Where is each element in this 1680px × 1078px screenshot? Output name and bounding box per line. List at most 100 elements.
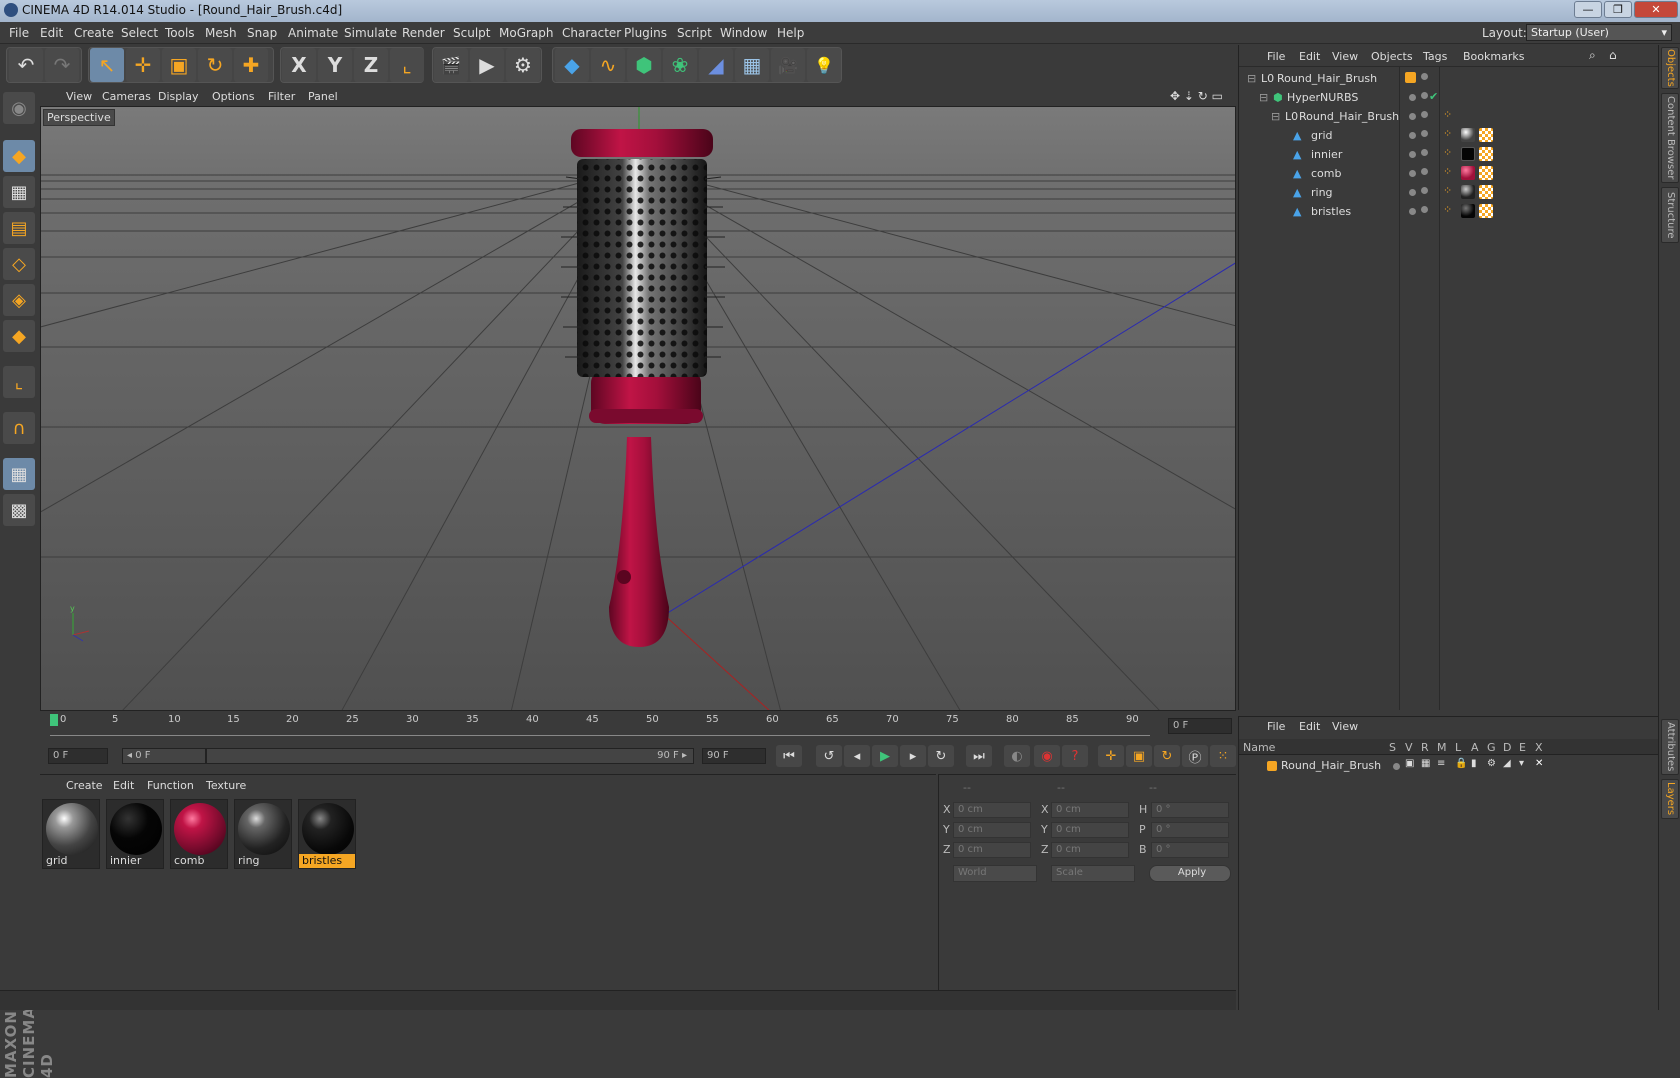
model-mode-icon[interactable]: ◆ [3,140,35,172]
visibility-dot[interactable] [1409,189,1416,196]
render-dot[interactable] [1421,111,1428,118]
light-icon[interactable]: 💡 [807,48,841,82]
key-parameter-icon[interactable]: Ⓟ [1182,745,1208,767]
render-view-icon[interactable]: 🎬 [434,48,468,82]
xref-toggle-icon[interactable]: ✕ [1535,758,1543,769]
uvw-tag-icon[interactable] [1479,147,1493,161]
size-x-field[interactable]: 0 cm [1051,802,1129,818]
uvw-tag-icon[interactable] [1479,204,1493,218]
material-tag-bristles[interactable] [1461,204,1475,218]
camera-icon[interactable]: 🎥 [771,48,805,82]
menu-mesh[interactable]: Mesh [205,26,237,40]
range-start-field[interactable]: ◂ 0 F [122,748,206,764]
previous-key-icon[interactable]: ↺ [816,745,842,767]
max-frame-field[interactable]: 90 F [702,748,766,764]
next-frame-icon[interactable]: ▸ [900,745,926,767]
menu-render[interactable]: Render [402,26,445,40]
edges-mode-icon[interactable]: ◈ [3,284,35,316]
viewport-menu-options[interactable]: Options [212,90,254,103]
uvw-tag-icon[interactable] [1479,185,1493,199]
menu-tools[interactable]: Tools [165,26,195,40]
phong-tag-icon[interactable]: ⁘ [1443,165,1452,178]
material-comb[interactable]: comb [170,799,228,869]
deformer-icon[interactable]: ◢ [699,48,733,82]
object-row[interactable]: ▲ comb ⁘ [1239,164,1659,183]
phong-tag-icon[interactable]: ⁘ [1443,184,1452,197]
menu-select[interactable]: Select [121,26,158,40]
material-tag-comb[interactable] [1461,166,1475,180]
perspective-viewport[interactable]: y Perspective [40,106,1236,711]
phong-tag-icon[interactable]: ⁘ [1443,146,1452,159]
viewport-menu-display[interactable]: Display [158,90,199,103]
menu-mograph[interactable]: MoGraph [499,26,554,40]
object-row[interactable]: ⊟ L0 Round_Hair_Brush ⁘ [1239,107,1659,126]
render-dot[interactable] [1421,206,1428,213]
floor-icon[interactable]: ▦ [735,48,769,82]
timeline[interactable]: 0 5 10 15 20 25 30 35 40 45 50 55 60 65 … [40,712,1236,740]
x-axis-icon[interactable]: X [282,48,316,82]
generator-toggle-icon[interactable]: ⚙ [1487,758,1496,769]
redo-icon[interactable]: ↷ [45,48,79,82]
phong-tag-icon[interactable]: ⁘ [1443,108,1452,121]
planar-workplane-icon[interactable]: ▩ [3,494,35,526]
manager-toggle-icon[interactable]: ≡ [1437,758,1445,769]
object-row[interactable]: ⊟ ⬢ HyperNURBS ✔ [1239,88,1659,107]
menu-snap[interactable]: Snap [247,26,277,40]
minimize-button[interactable]: — [1574,1,1602,18]
record-icon[interactable]: ◐ [1004,745,1030,767]
layer-row[interactable]: Round_Hair_Brush ▣ ▦ ≡ 🔒 ▮ ⚙ ◢ ▾ ✕ [1239,757,1659,776]
material-tag-ring[interactable] [1461,185,1475,199]
material-tag-grid[interactable] [1461,128,1475,142]
obj-menu-tags[interactable]: Tags [1423,50,1447,63]
tab-objects[interactable]: Objects [1661,47,1679,89]
uvw-tag-icon[interactable] [1479,166,1493,180]
render-toggle-icon[interactable]: ▦ [1421,758,1430,769]
y-axis-icon[interactable]: Y [318,48,352,82]
workplane-lock-icon[interactable]: ▦ [3,458,35,490]
texture-mode-icon[interactable]: ▦ [3,176,35,208]
obj-menu-file[interactable]: File [1267,50,1285,63]
key-scale-icon[interactable]: ▣ [1126,745,1152,767]
layout-select[interactable]: Startup (User) ▾ [1526,24,1672,41]
rotation-h-field[interactable]: 0 ° [1151,802,1229,818]
lock-toggle-icon[interactable]: 🔒 [1455,758,1467,769]
menu-script[interactable]: Script [677,26,712,40]
layer-menu-edit[interactable]: Edit [1299,720,1320,733]
menu-character[interactable]: Character [562,26,621,40]
material-menu-edit[interactable]: Edit [113,779,134,792]
key-pla-icon[interactable]: ⁙ [1210,745,1236,767]
previous-frame-icon[interactable]: ◂ [844,745,870,767]
material-tag-innier[interactable] [1461,147,1475,161]
z-axis-icon[interactable]: Z [354,48,388,82]
rotation-b-field[interactable]: 0 ° [1151,842,1229,858]
rotation-p-field[interactable]: 0 ° [1151,822,1229,838]
render-picture-viewer-icon[interactable]: ▶ [470,48,504,82]
go-to-end-icon[interactable]: ⏭ [966,745,992,767]
help-icon[interactable]: ? [1062,745,1088,767]
enabled-check-icon[interactable]: ✔ [1429,90,1438,103]
tree-toggle[interactable]: ⊟ [1259,91,1268,104]
points-mode-icon[interactable]: ◇ [3,248,35,280]
object-row[interactable]: ▲ bristles ⁘ [1239,202,1659,221]
visibility-dot[interactable] [1409,113,1416,120]
spline-icon[interactable]: ∿ [591,48,625,82]
world-select[interactable]: World [953,865,1037,882]
size-y-field[interactable]: 0 cm [1051,822,1129,838]
object-row[interactable]: ⊟ L0 Round_Hair_Brush [1239,69,1659,88]
rotate-tool-icon[interactable]: ↻ [198,48,232,82]
obj-menu-edit[interactable]: Edit [1299,50,1320,63]
material-menu-texture[interactable]: Texture [206,779,246,792]
material-menu-create[interactable]: Create [66,779,103,792]
material-bristles[interactable]: bristles [298,799,356,869]
render-dot[interactable] [1421,187,1428,194]
current-frame-field[interactable]: 0 F [48,748,108,764]
position-x-field[interactable]: 0 cm [953,802,1031,818]
tree-toggle[interactable]: ⊟ [1271,110,1280,123]
render-dot[interactable] [1421,168,1428,175]
select-tool-icon[interactable]: ↖ [90,48,124,82]
go-to-start-icon[interactable]: ⏮ [776,745,802,767]
layer-menu-view[interactable]: View [1332,720,1358,733]
solo-dot[interactable] [1393,763,1400,770]
view-toggle-icon[interactable]: ▣ [1405,758,1414,769]
position-y-field[interactable]: 0 cm [953,822,1031,838]
